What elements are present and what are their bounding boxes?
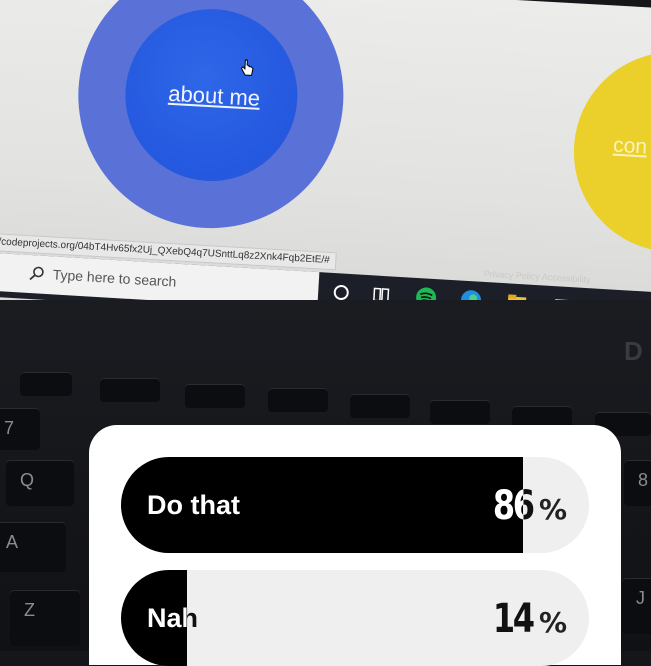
poll-option-label-overlay: Do that [147,490,240,520]
search-placeholder: Type here to search [52,266,177,290]
poll-card: 86% Do that Do that 86% 14% Nah Nah 14% [89,425,621,666]
key-q: Q [6,460,74,506]
about-me-link[interactable]: about me [168,81,261,112]
poll-option-nah[interactable]: 14% Nah Nah 14% [121,570,589,666]
dell-logo: D [624,336,643,366]
key-f5 [350,394,410,418]
poll-percentage: 14% [493,596,567,642]
key-a: A [0,522,66,572]
key-j: J [622,578,651,634]
key-8: 8 [624,460,651,506]
key-f2 [100,378,160,402]
key-7: 7 [0,408,40,450]
contact-link[interactable]: con [613,134,648,160]
key-f6 [430,400,490,424]
key-f1 [20,372,72,396]
search-icon [29,266,44,281]
key-z: Z [10,590,80,646]
poll-option-do-that[interactable]: 86% Do that Do that 86% [121,457,589,553]
key-f3 [185,384,245,408]
key-f4 [268,388,328,412]
hand-cursor-icon [240,59,254,76]
